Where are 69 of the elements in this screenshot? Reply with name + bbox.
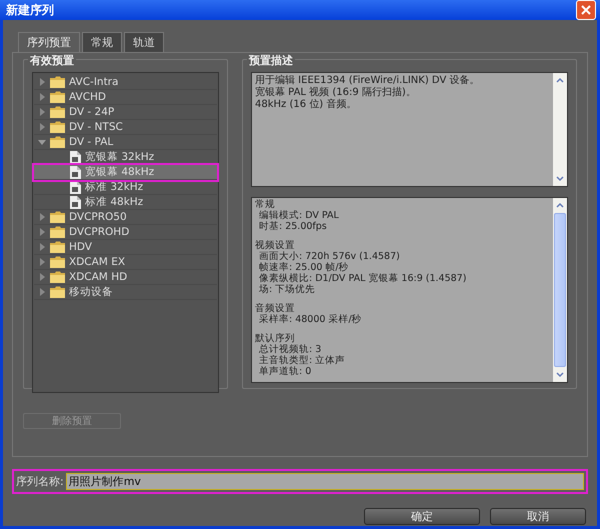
preset-tree-item[interactable]: DVCPRO50 [34, 210, 217, 225]
preset-tree-item[interactable]: XDCAM HD [34, 270, 217, 285]
folder-icon [50, 241, 65, 253]
close-button[interactable] [576, 0, 596, 20]
detail-text: 编辑模式: DV PAL [258, 210, 340, 221]
file-icon [70, 150, 81, 164]
collapsed-arrow-icon[interactable] [38, 78, 46, 86]
collapsed-arrow-icon[interactable] [38, 108, 46, 116]
sequence-name-field[interactable]: 用照片制作mv [66, 473, 584, 490]
preset-tree-item[interactable]: 标准 32kHz [34, 180, 217, 195]
collapsed-arrow-icon[interactable] [38, 243, 46, 251]
detail-text: 总计视频轨: 3 [258, 344, 322, 355]
preset-tree-item[interactable]: DV - PAL [34, 135, 217, 150]
detail-text: 帧速率: 25.00 帧/秒 [258, 262, 350, 273]
collapsed-arrow-icon[interactable] [38, 213, 46, 221]
detail-text: 时基: 25.00fps [258, 221, 328, 232]
collapsed-arrow-icon[interactable] [38, 273, 46, 281]
tab[interactable]: 轨道 [124, 32, 164, 52]
detail-text: 主音轨类型: 立体声 [258, 355, 346, 366]
close-icon [580, 4, 592, 16]
section-heading: 常规 [255, 199, 276, 210]
preset-tree-item[interactable]: AVCHD [34, 90, 217, 105]
field-label: 序列名称: [16, 474, 64, 489]
detail-text: 像素纵横比: D1/DV PAL 宽银幕 16:9 (1.4587) [258, 273, 468, 284]
cancel-button[interactable]: 取消 [490, 508, 586, 525]
ok-button[interactable]: 确定 [364, 508, 480, 525]
folder-icon [50, 106, 65, 118]
folder-icon [50, 256, 65, 268]
detail-text: 画面大小: 720h 576v (1.4587) [258, 251, 401, 262]
collapsed-arrow-icon[interactable] [38, 258, 46, 266]
detail-text: 采样率: 48000 采样/秒 [258, 314, 363, 325]
collapsed-arrow-icon[interactable] [38, 288, 46, 296]
scrollbar-thumb[interactable] [554, 213, 566, 367]
preset-tree-item[interactable]: 宽银幕 48kHz [34, 165, 217, 180]
window-title: 新建序列 [6, 2, 54, 18]
preset-tree-item[interactable]: DV - 24P [34, 105, 217, 120]
file-icon [70, 166, 81, 178]
section-heading: 默认序列 [255, 333, 296, 344]
folder-icon [50, 136, 65, 148]
group-title: 有效预置 [28, 53, 76, 68]
description-text: 用于编辑 IEEE1394 (FireWire/i.LINK) DV 设备。 [255, 75, 480, 86]
preset-tree-item[interactable]: DVCPROHD [34, 225, 217, 240]
preset-tree-item[interactable]: 移动设备 [34, 285, 217, 300]
preset-tree-item[interactable]: 标准 48kHz [34, 195, 217, 210]
section-heading: 音频设置 [255, 303, 296, 314]
description-text: 宽银幕 PAL 视频 (16:9 隔行扫描)。 [255, 87, 417, 98]
collapsed-arrow-icon[interactable] [38, 228, 46, 236]
file-icon [70, 196, 81, 208]
folder-icon [50, 91, 65, 103]
collapsed-arrow-icon[interactable] [38, 93, 46, 101]
section-heading: 视频设置 [255, 240, 296, 251]
folder-icon [50, 121, 65, 133]
tab[interactable]: 常规 [82, 32, 122, 52]
folder-icon [50, 211, 65, 223]
folder-icon [50, 226, 65, 238]
folder-icon [50, 286, 65, 298]
folder-icon [50, 271, 65, 283]
preset-tree-item[interactable]: DV - NTSC [34, 120, 217, 135]
description-text: 48kHz (16 位) 音频。 [255, 99, 358, 111]
detail-text: 单声道轨: 0 [258, 366, 312, 377]
expanded-arrow-icon[interactable] [38, 138, 46, 146]
collapsed-arrow-icon[interactable] [38, 123, 46, 131]
preset-tree-item[interactable]: HDV [34, 240, 217, 255]
preset-tree-item[interactable]: XDCAM EX [34, 255, 217, 270]
tab[interactable]: 序列预置 [18, 32, 80, 52]
detail-text: 场: 下场优先 [258, 284, 316, 295]
preset-tree-item[interactable]: AVC-Intra [34, 75, 217, 90]
folder-icon [50, 76, 65, 88]
group-title: 预置描述 [247, 53, 295, 68]
